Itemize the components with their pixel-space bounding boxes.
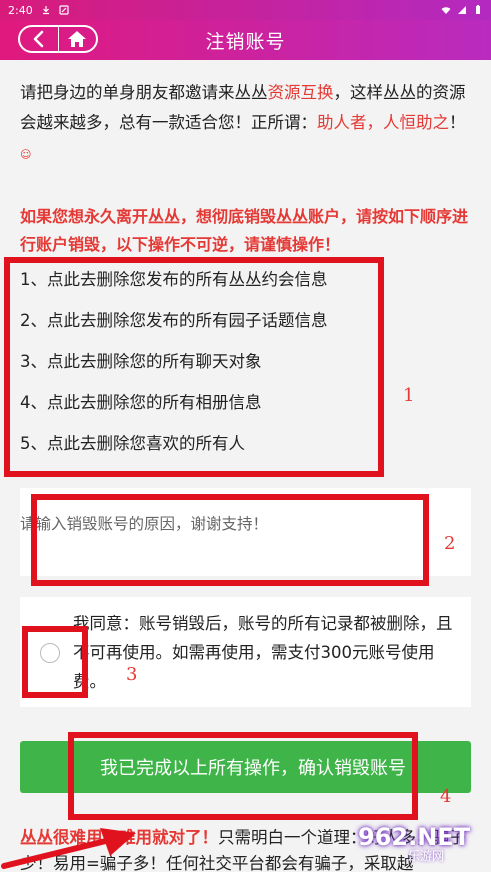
annotation-box-2 (31, 494, 429, 586)
download-icon (42, 6, 49, 15)
smile-icon: ☺ (20, 148, 32, 161)
intro-end: ！ (449, 113, 466, 132)
nav-button-group (18, 25, 98, 53)
watermark-logo: 962.NET 乐游网 (358, 823, 488, 869)
annotation-label-4: 4 (440, 786, 452, 807)
battery-icon (476, 5, 480, 14)
warning-text: 如果您想永久离开丛丛，想彻底销毁丛丛账户，请按如下顺序进行账户销毁，以下操作不可… (20, 207, 469, 254)
wifi-icon (441, 7, 451, 14)
status-time: 2:40 (8, 3, 33, 17)
status-bar: 2:40 (0, 0, 491, 20)
page-title: 注销账号 (205, 30, 286, 53)
annotation-box-1 (4, 257, 384, 477)
annotation-box-4 (68, 732, 418, 820)
intro-paragraph: 请把身边的单身朋友都邀请来丛丛资源互换，这样丛丛的资源会越来越多，总有一款适合您… (20, 78, 472, 170)
home-button[interactable] (57, 27, 97, 51)
intro-highlight: 助人者，人恒助之 (317, 113, 449, 132)
intro-text-1: 请把身边的单身朋友都邀请来丛丛 (20, 83, 268, 102)
annotation-label-2: 2 (444, 533, 456, 554)
notification-icon (59, 5, 69, 15)
signal-icon (458, 6, 466, 14)
nav-bar: 注销账号 (0, 20, 491, 60)
annotation-label-1: 1 (403, 385, 415, 406)
back-icon (33, 30, 44, 48)
red-arrow-icon (1, 828, 136, 869)
back-button[interactable] (20, 27, 58, 51)
resource-exchange-link[interactable]: 资源互换 (268, 83, 334, 102)
annotation-box-3 (22, 626, 88, 698)
annotation-label-3: 3 (126, 664, 138, 685)
home-icon (68, 31, 87, 47)
